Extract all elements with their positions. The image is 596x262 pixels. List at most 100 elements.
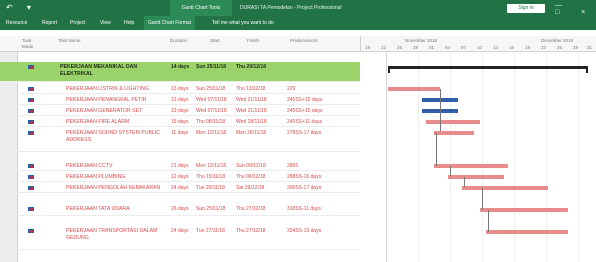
day-label: 16 (509, 45, 515, 50)
task-finish[interactable]: Wed 28/11/18 (236, 119, 267, 125)
task-name[interactable]: PEKERJAAN PLUMBING (66, 174, 168, 181)
task-name[interactable]: PEKERJAAN MEKANIKAL DAN ELEKTRIKAL (60, 64, 162, 78)
column-headers: Task Mode Task Name Duration Start Finis… (0, 36, 360, 52)
task-duration[interactable]: 24 days (171, 228, 189, 234)
task-name[interactable]: PEKERJAAN SOUND SYSTEM PUBLIC ADDRESS (66, 130, 168, 144)
table-row[interactable]: PEKERJAAN FIRE ALARM 15 days Thu 08/11/1… (0, 117, 360, 127)
task-predecessors[interactable]: 288SS-16 days (287, 174, 321, 180)
task-mode-icon (28, 98, 36, 103)
task-finish[interactable]: Thu 13/12/18 (236, 86, 265, 92)
task-predecessors[interactable]: 2855 (287, 163, 298, 169)
task-name[interactable]: PEKERJAAN TRANSPORTASI DALAM GEDUNG (66, 228, 168, 242)
task-predecessors[interactable]: 300SS-17 days (287, 185, 321, 191)
task-name[interactable]: PEKERJAAN CCTV (66, 163, 168, 170)
task-predecessors[interactable]: 245SS+15 days (287, 108, 322, 114)
task-finish[interactable]: Wed 21/11/18 (236, 97, 267, 103)
gantt-task-bar[interactable] (388, 87, 440, 91)
tab-gantt-chart-format[interactable]: Gantt Chart Format (144, 16, 196, 30)
task-duration[interactable]: 26 days (171, 206, 189, 212)
table-row[interactable]: PEKERJAAN LISTRIK & LIGHTING 13 days Sun… (0, 84, 360, 94)
day-label: 28 (573, 45, 579, 50)
task-predecessors[interactable]: 229 (287, 86, 295, 92)
task-name[interactable]: PEKERJAAN FIRE ALARM (66, 119, 168, 126)
task-predecessors[interactable]: 318SS-11 days (287, 206, 321, 212)
tab-resource[interactable]: Resource (6, 16, 27, 30)
gantt-task-bar[interactable] (434, 131, 474, 135)
task-predecessors[interactable]: 278SS-17 days (287, 130, 321, 136)
quick-access-toolbar[interactable]: ↶ ▾ (6, 3, 37, 12)
task-finish[interactable]: Thu 06/12/18 (236, 174, 265, 180)
task-start[interactable]: Wed 07/11/18 (196, 108, 227, 114)
tab-view[interactable]: View (100, 16, 111, 30)
task-name[interactable]: PEKERJAAN GENERATOR SET (66, 108, 168, 115)
task-start[interactable]: Sun 25/11/18 (196, 64, 226, 70)
task-start[interactable]: Thu 08/11/18 (196, 119, 225, 125)
task-start[interactable]: Sun 25/11/18 (196, 206, 225, 212)
gantt-task-bar[interactable] (426, 120, 480, 124)
task-duration[interactable]: 14 days (171, 64, 189, 70)
tab-report[interactable]: Report (42, 16, 57, 30)
table-row[interactable]: PEKERJAAN TRANSPORTASI DALAM GEDUNG 24 d… (0, 226, 360, 250)
table-row[interactable]: PEKERJAAN CCTV 21 days Mon 12/11/18 Sun … (0, 161, 360, 171)
task-duration[interactable]: 11 days (171, 130, 188, 136)
task-start[interactable]: Tue 27/11/18 (196, 228, 225, 234)
tell-me-search[interactable]: Tell me what you want to do (212, 16, 274, 30)
col-task-name[interactable]: Task Name (58, 38, 81, 44)
table-row[interactable]: PEKERJAAN GENERATOR SET 13 days Wed 07/1… (0, 106, 360, 116)
table-row[interactable]: PEKERJAAN PENGOLAH KEBAKARAN 24 days Tue… (0, 183, 360, 193)
table-row[interactable]: PEKERJAAN PLUMBING 12 days Thu 15/11/18 … (0, 172, 360, 182)
tab-help[interactable]: Help (124, 16, 134, 30)
task-finish[interactable]: Sun 09/12/18 (236, 163, 266, 169)
dependency-link (436, 133, 437, 166)
timeline-gridline (482, 52, 483, 262)
task-name[interactable]: PEKERJAAN TATA UDARA (66, 206, 168, 213)
task-duration[interactable]: 24 days (171, 185, 189, 191)
task-finish[interactable]: Thu 20/12/18 (236, 64, 266, 70)
timescale-month-2: December 2018 (541, 38, 574, 43)
task-predecessors[interactable]: 245SS+15 days (287, 97, 322, 103)
task-name[interactable]: PEKERJAAN PENANGKAL PETIR (66, 97, 168, 104)
task-start[interactable]: Mon 12/11/18 (196, 130, 226, 136)
table-row[interactable]: PEKERJAAN PENANGKAL PETIR 13 days Wed 07… (0, 95, 360, 105)
task-mode-icon (28, 186, 36, 191)
task-duration[interactable]: 13 days (171, 108, 189, 114)
dependency-link (440, 89, 441, 131)
task-name[interactable]: PEKERJAAN PENGOLAH KEBAKARAN (66, 185, 168, 192)
task-start[interactable]: Thu 15/11/18 (196, 174, 225, 180)
task-duration[interactable]: 13 days (171, 86, 189, 92)
task-finish[interactable]: Sat 29/12/18 (236, 185, 264, 191)
task-duration[interactable]: 15 days (171, 119, 189, 125)
tab-project[interactable]: Project (70, 16, 86, 30)
col-task-mode[interactable]: Task Mode (22, 38, 42, 50)
task-predecessors[interactable]: 334SS-16 days (287, 228, 321, 234)
window-controls[interactable]: — □ × (555, 2, 596, 16)
table-row[interactable]: PEKERJAAN SOUND SYSTEM PUBLIC ADDRESS 11… (0, 128, 360, 152)
task-start[interactable]: Tue 20/11/18 (196, 185, 225, 191)
task-finish[interactable]: Thu 27/12/18 (236, 228, 265, 234)
gantt-summary-bar[interactable] (388, 66, 588, 73)
task-finish[interactable]: Wed 21/11/18 (236, 108, 267, 114)
context-tab-group: Gantt Chart Tools (170, 0, 232, 16)
task-predecessors[interactable]: 245SS+11 days (287, 119, 322, 125)
task-name[interactable]: PEKERJAAN LISTRIK & LIGHTING (66, 86, 168, 93)
task-finish[interactable]: Mon 26/11/18 (236, 130, 266, 136)
task-start[interactable]: Mon 12/11/18 (196, 163, 226, 169)
task-finish[interactable]: Thu 27/12/18 (236, 206, 265, 212)
gantt-task-bar[interactable] (486, 230, 568, 234)
task-duration[interactable]: 12 days (171, 174, 189, 180)
task-duration[interactable]: 13 days (171, 97, 189, 103)
gantt-task-bar[interactable] (462, 186, 548, 190)
task-start[interactable]: Sun 25/11/18 (196, 86, 225, 92)
col-predecessors[interactable]: Predecessors (290, 38, 318, 44)
gantt-task-bar[interactable] (448, 175, 504, 179)
col-start[interactable]: Start (210, 38, 220, 44)
gantt-task-bar[interactable] (480, 208, 568, 212)
task-start[interactable]: Wed 07/11/18 (196, 97, 227, 103)
gantt-task-bar[interactable] (434, 164, 508, 168)
table-row[interactable]: PEKERJAAN TATA UDARA 26 days Sun 25/11/1… (0, 204, 360, 216)
task-duration[interactable]: 21 days (171, 163, 189, 169)
table-row-summary[interactable]: PEKERJAAN MEKANIKAL DAN ELEKTRIKAL 14 da… (0, 62, 360, 82)
col-finish[interactable]: Finish (247, 38, 259, 44)
sign-in-button[interactable]: Sign in (507, 4, 545, 13)
col-duration[interactable]: Duration (170, 38, 187, 44)
